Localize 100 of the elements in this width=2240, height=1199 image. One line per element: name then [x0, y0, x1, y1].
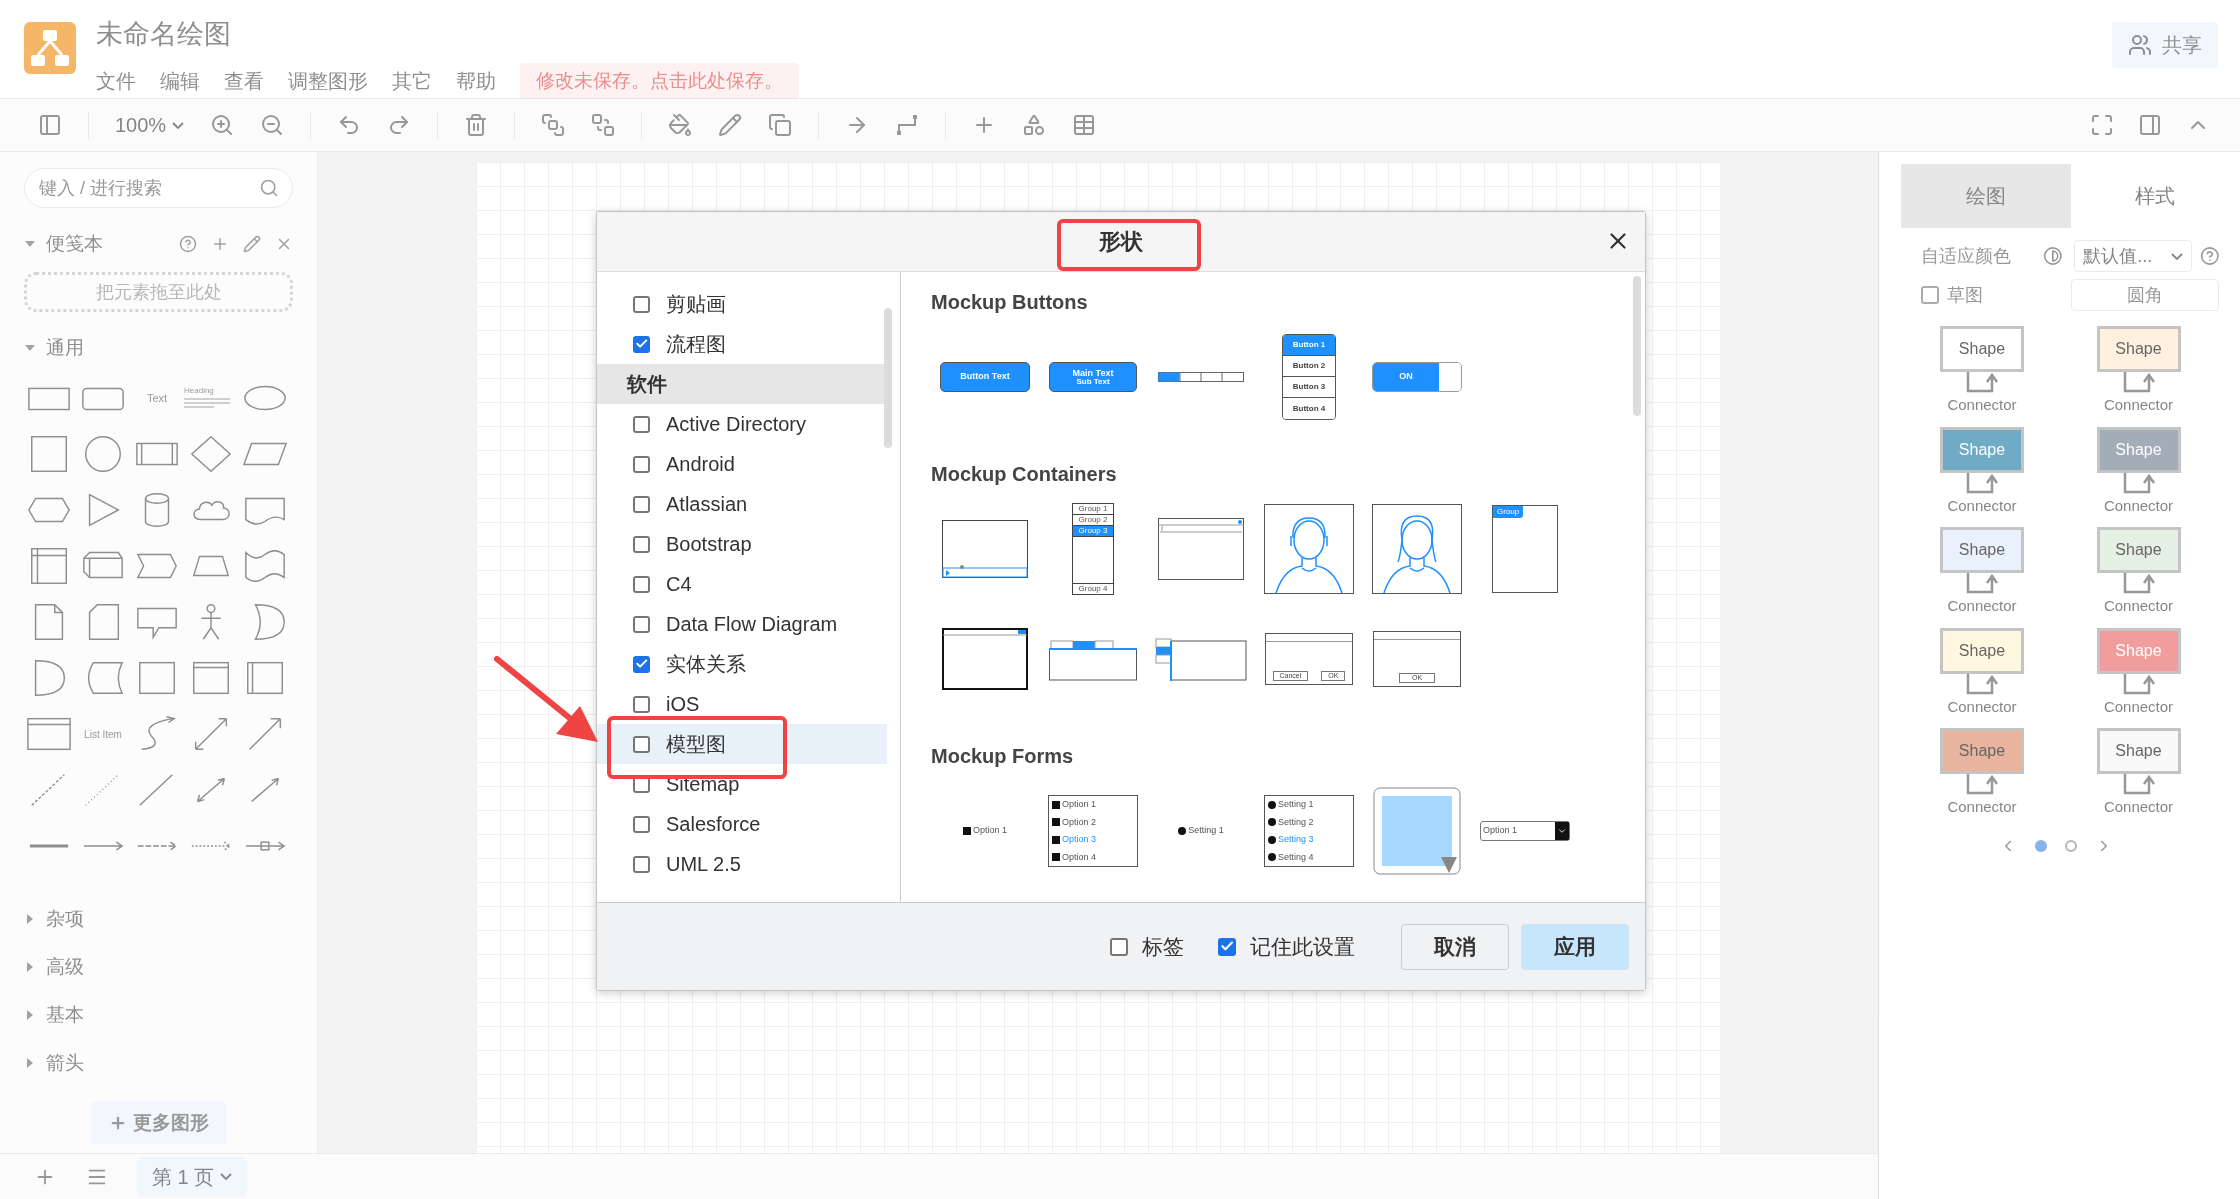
line-color-icon[interactable] [718, 113, 743, 137]
style-preview[interactable]: Shape [1940, 627, 2024, 674]
zoom-dropdown[interactable]: 100% [115, 110, 185, 140]
section-header[interactable]: 高级 [24, 952, 293, 982]
library-item[interactable]: Atlassian [597, 484, 887, 524]
zoom-out-icon[interactable] [260, 113, 285, 137]
checkbox[interactable] [633, 655, 650, 673]
library-item[interactable]: Salesforce [597, 804, 887, 844]
library-item[interactable]: 模型图 [597, 724, 887, 764]
button-preview[interactable]: Button Text [940, 362, 1030, 392]
switch-preview[interactable]: ON [1372, 362, 1462, 392]
style-preview[interactable]: Shape [1940, 527, 2024, 573]
share-button[interactable]: 共享 [2112, 22, 2218, 68]
fill-color-icon[interactable] [668, 113, 693, 137]
button-group-preview[interactable]: Button 1 Button 2 Button 3 Button 4 [1282, 334, 1336, 420]
tabs-preview[interactable] [1049, 637, 1137, 681]
help-icon[interactable] [2200, 246, 2220, 266]
table-icon[interactable] [1072, 113, 1097, 137]
library-item[interactable]: Active Directory [597, 404, 887, 444]
style-preview[interactable]: Shape [2096, 426, 2181, 473]
checkbox-list-preview[interactable]: Option 1 Option 2 Option 3 Option 4 [1048, 795, 1138, 867]
edit-icon[interactable] [243, 235, 261, 253]
section-header[interactable]: 便笺本 [24, 229, 103, 259]
radio-group-preview[interactable]: Setting 1 Setting 2 Setting 3 Setting 4 [1264, 795, 1354, 867]
checkbox[interactable] [633, 735, 650, 753]
accordion-preview[interactable]: Group 1 Group 2 Group 3 Group 4 [1072, 503, 1114, 595]
vertical-tabs-preview[interactable] [1155, 637, 1247, 681]
style-preview[interactable]: Shape [2096, 326, 2181, 372]
checkbox[interactable] [633, 495, 650, 513]
library-item[interactable]: Android [597, 444, 887, 484]
style-preview[interactable]: Shape [1940, 728, 2024, 774]
combobox-preview[interactable]: Option 1 [1480, 821, 1570, 841]
checkbox[interactable] [633, 695, 650, 713]
section-header[interactable]: 通用 [24, 332, 293, 364]
diamond-icon[interactable] [188, 434, 234, 474]
checkbox[interactable] [1110, 937, 1128, 956]
menu-item[interactable]: 调整图形 [288, 65, 368, 96]
zoom-in-icon[interactable] [210, 113, 235, 137]
shadow-icon[interactable] [768, 113, 793, 137]
section-header[interactable]: 杂项 [24, 904, 293, 934]
section-header[interactable]: 基本 [24, 1000, 293, 1030]
document-title[interactable]: 未命名绘图 [96, 14, 799, 55]
library-item[interactable]: 流程图 [597, 324, 887, 364]
checkbox[interactable] [633, 415, 650, 433]
button-preview[interactable]: Main Text Sub Text [1049, 362, 1137, 392]
checkbox-preview[interactable] [963, 827, 971, 835]
style-preview[interactable]: Shape [1940, 426, 2024, 473]
rounded-button[interactable]: 圆角 [2071, 279, 2219, 311]
checkbox[interactable] [633, 455, 650, 473]
heading-label[interactable]: Heading [184, 387, 238, 395]
more-shapes-button[interactable]: 更多图形 [90, 1102, 227, 1144]
delete-icon[interactable] [464, 113, 489, 137]
window-preview[interactable] [942, 628, 1028, 690]
menu-item[interactable]: 编辑 [160, 65, 200, 96]
checkbox[interactable] [633, 535, 650, 553]
library-item[interactable]: Bootstrap [597, 524, 887, 564]
waypoints-icon[interactable] [895, 113, 920, 137]
fullscreen-icon[interactable] [2090, 113, 2114, 137]
to-front-icon[interactable] [541, 113, 566, 137]
checkbox[interactable] [633, 295, 650, 313]
apply-button[interactable]: 应用 [1521, 923, 1629, 970]
style-preview[interactable]: Shape [1940, 326, 2024, 372]
panel-tab[interactable]: 绘图 [1901, 164, 2071, 228]
style-preview[interactable]: Shape [2096, 627, 2181, 674]
format-panel-icon[interactable] [2138, 113, 2162, 137]
radio-preview[interactable] [1178, 827, 1187, 835]
help-icon[interactable] [179, 235, 197, 253]
list-item-label[interactable]: List Item [84, 726, 122, 742]
add-icon[interactable] [211, 235, 229, 253]
browser-window-preview[interactable] [1158, 518, 1244, 580]
menu-item[interactable]: 文件 [96, 65, 136, 96]
search-field[interactable]: 键入 / 进行搜索 [24, 168, 293, 208]
unsaved-notice[interactable]: 修改未保存。点击此处保存。 [520, 62, 799, 99]
checkbox[interactable] [633, 615, 650, 633]
checkbox[interactable] [1218, 937, 1236, 956]
library-item[interactable]: 实体关系 [597, 644, 887, 684]
library-item[interactable]: Data Flow Diagram [597, 604, 887, 644]
sidebar-toggle-icon[interactable] [38, 113, 62, 137]
library-item[interactable]: UML 2.5 [597, 844, 887, 884]
menu-item[interactable]: 查看 [224, 65, 264, 96]
library-item[interactable]: iOS [597, 684, 887, 724]
segmented-control-preview[interactable] [1158, 372, 1244, 382]
checkbox[interactable] [1921, 286, 1939, 304]
video-player-preview[interactable] [942, 520, 1028, 578]
shapes-icon[interactable] [1022, 113, 1047, 137]
menu-item[interactable]: 其它 [392, 65, 432, 96]
contrast-icon[interactable] [2042, 246, 2063, 266]
checkbox[interactable] [633, 335, 650, 353]
style-preview[interactable]: Shape [2096, 527, 2181, 573]
text-shape-label[interactable]: Text [146, 389, 168, 407]
to-back-icon[interactable] [591, 113, 616, 137]
section-header[interactable]: 箭头 [24, 1048, 293, 1078]
checkbox[interactable] [633, 815, 650, 833]
theme-select[interactable]: 默认值... [2074, 240, 2193, 272]
cancel-button[interactable]: 取消 [1401, 923, 1509, 970]
color-picker-preview[interactable] [1373, 787, 1461, 875]
checkbox[interactable] [633, 575, 650, 593]
library-item[interactable]: 剪贴画 [597, 284, 887, 324]
menu-item[interactable]: 帮助 [456, 65, 496, 96]
checkbox[interactable] [633, 855, 650, 873]
